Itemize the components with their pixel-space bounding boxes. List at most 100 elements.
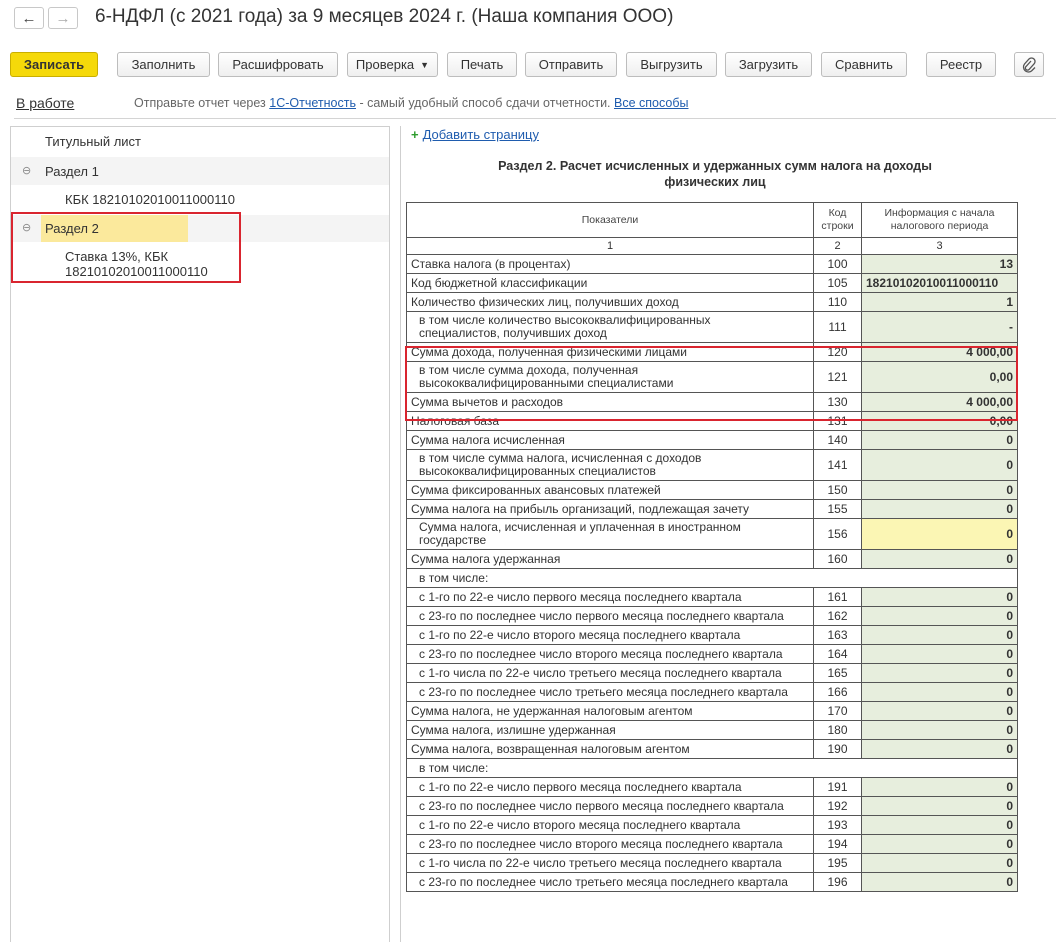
- table-row: в том числе количество высококвалифициро…: [406, 311, 1018, 343]
- value-cell-191[interactable]: 0: [861, 777, 1018, 797]
- value-cell-155[interactable]: 0: [861, 499, 1018, 519]
- value-cell-170[interactable]: 0: [861, 701, 1018, 721]
- table-row: с 23-го по последнее число третьего меся…: [406, 872, 1018, 892]
- line-code: 193: [813, 815, 862, 835]
- indicator-name: с 23-го по последнее число второго месяц…: [406, 644, 814, 664]
- fill-button[interactable]: Заполнить: [117, 52, 210, 77]
- arrow-left-icon: ←: [21, 9, 37, 27]
- table-row: Код бюджетной классификации 105 1821010201…: [406, 273, 1018, 293]
- table-row: с 1-го по 22-е число первого месяца посл…: [406, 587, 1018, 607]
- value-cell-160[interactable]: 0: [861, 549, 1018, 569]
- check-dropdown-button[interactable]: Проверка ▼: [347, 52, 438, 77]
- table-row: с 23-го по последнее число второго месяц…: [406, 644, 1018, 664]
- value-cell-111[interactable]: -: [861, 311, 1018, 343]
- status-link[interactable]: В работе: [16, 95, 74, 111]
- save-button[interactable]: Записать: [10, 52, 98, 77]
- indicator-name: Сумма налога, возвращенная налоговым аге…: [406, 739, 814, 759]
- table-row: с 23-го по последнее число второго месяц…: [406, 834, 1018, 854]
- value-cell-193[interactable]: 0: [861, 815, 1018, 835]
- line-code: 105: [813, 273, 862, 293]
- value-cell-195[interactable]: 0: [861, 853, 1018, 873]
- value-cell-140[interactable]: 0: [861, 430, 1018, 450]
- indicator-name: с 23-го по последнее число первого месяц…: [406, 796, 814, 816]
- compare-button[interactable]: Сравнить: [821, 52, 907, 77]
- reporting-hint: Отправьте отчет через 1С-Отчетность - са…: [134, 96, 689, 110]
- indicator-name: с 23-го по последнее число второго месяц…: [406, 834, 814, 854]
- indicator-name: Сумма налога на прибыль организаций, под…: [406, 499, 814, 519]
- value-cell-163[interactable]: 0: [861, 625, 1018, 645]
- import-button[interactable]: Загрузить: [725, 52, 812, 77]
- table-row: с 23-го по последнее число третьего меся…: [406, 682, 1018, 702]
- value-cell-110[interactable]: 1: [861, 292, 1018, 312]
- section-title: Раздел 2. Расчет исчисленных и удержанны…: [498, 159, 932, 189]
- value-cell-141[interactable]: 0: [861, 449, 1018, 481]
- export-button[interactable]: Выгрузить: [626, 52, 717, 77]
- table-row: с 1-го числа по 22-е число третьего меся…: [406, 853, 1018, 873]
- line-code: 194: [813, 834, 862, 854]
- value-cell-190[interactable]: 0: [861, 739, 1018, 759]
- value-cell-192[interactable]: 0: [861, 796, 1018, 816]
- print-button[interactable]: Печать: [447, 52, 517, 77]
- back-button[interactable]: ←: [14, 7, 44, 29]
- decode-button[interactable]: Расшифровать: [218, 52, 338, 77]
- indicator-name: в том числе количество высококвалифициро…: [406, 311, 814, 343]
- value-cell-165[interactable]: 0: [861, 663, 1018, 683]
- line-code: 165: [813, 663, 862, 683]
- reporting-service-link[interactable]: 1С-Отчетность: [269, 96, 356, 110]
- table-row: в том числе:: [406, 568, 1018, 588]
- value-cell-161[interactable]: 0: [861, 587, 1018, 607]
- indicator-name: Ставка налога (в процентах): [406, 254, 814, 274]
- value-cell-194[interactable]: 0: [861, 834, 1018, 854]
- value-cell-100[interactable]: 13: [861, 254, 1018, 274]
- indicator-name: Код бюджетной классификации: [406, 273, 814, 293]
- collapse-icon[interactable]: ⊖: [22, 164, 31, 177]
- indicator-name: Сумма налога удержанная: [406, 549, 814, 569]
- line-code: 111: [813, 311, 862, 343]
- registry-button[interactable]: Реестр: [926, 52, 996, 77]
- value-cell-166[interactable]: 0: [861, 682, 1018, 702]
- indicator-name: Сумма налога исчисленная: [406, 430, 814, 450]
- all-methods-link[interactable]: Все способы: [614, 96, 688, 110]
- line-code: 195: [813, 853, 862, 873]
- table-row: в том числе сумма налога, исчисленная с …: [406, 449, 1018, 481]
- paperclip-icon: [1022, 56, 1036, 73]
- table-row: Сумма налога, исчисленная и уплаченная в…: [406, 518, 1018, 550]
- line-code: 160: [813, 549, 862, 569]
- section-2-table: Показатели Код строки Информация с начала…: [406, 202, 1018, 892]
- header-info: Информация с начала налогового периода: [861, 202, 1018, 238]
- send-button[interactable]: Отправить: [525, 52, 617, 77]
- line-code: 190: [813, 739, 862, 759]
- value-cell-156[interactable]: 0: [861, 518, 1018, 550]
- value-cell-196[interactable]: 0: [861, 872, 1018, 892]
- line-code: 180: [813, 720, 862, 740]
- line-code: 162: [813, 606, 862, 626]
- tree-item-section-1-kbk[interactable]: КБК 18210102010011000110: [11, 192, 443, 207]
- indicator-name: в том числе сумма налога, исчисленная с …: [406, 449, 814, 481]
- table-row: Сумма налога удержанная 160 0: [406, 549, 1018, 569]
- attach-button[interactable]: [1014, 52, 1044, 77]
- indicator-name: с 23-го по последнее число третьего меся…: [406, 872, 814, 892]
- line-code: 191: [813, 777, 862, 797]
- value-cell-180[interactable]: 0: [861, 720, 1018, 740]
- add-page-link[interactable]: + Добавить страницу: [411, 127, 539, 142]
- line-code: 170: [813, 701, 862, 721]
- line-code: 141: [813, 449, 862, 481]
- value-cell-162[interactable]: 0: [861, 606, 1018, 626]
- line-code: 192: [813, 796, 862, 816]
- table-row: Ставка налога (в процентах) 100 13: [406, 254, 1018, 274]
- tree-item-title-page[interactable]: Титульный лист: [11, 134, 423, 149]
- line-code: 163: [813, 625, 862, 645]
- indicator-name: в том числе:: [406, 568, 1018, 588]
- table-header: Показатели Код строки Информация с начала…: [406, 202, 1018, 238]
- indicator-name: с 23-го по последнее число третьего меся…: [406, 682, 814, 702]
- value-cell-105[interactable]: 18210102010011000110: [861, 273, 1018, 293]
- value-cell-150[interactable]: 0: [861, 480, 1018, 500]
- value-cell-164[interactable]: 0: [861, 644, 1018, 664]
- table-row: с 23-го по последнее число первого месяц…: [406, 796, 1018, 816]
- forward-button[interactable]: →: [48, 7, 78, 29]
- tree-item-section-1[interactable]: ⊖ Раздел 1: [11, 157, 389, 185]
- window-title: 6-НДФЛ (с 2021 года) за 9 месяцев 2024 г…: [95, 6, 674, 27]
- indicator-name: в том числе:: [406, 758, 1018, 778]
- line-code: 164: [813, 644, 862, 664]
- line-code: 140: [813, 430, 862, 450]
